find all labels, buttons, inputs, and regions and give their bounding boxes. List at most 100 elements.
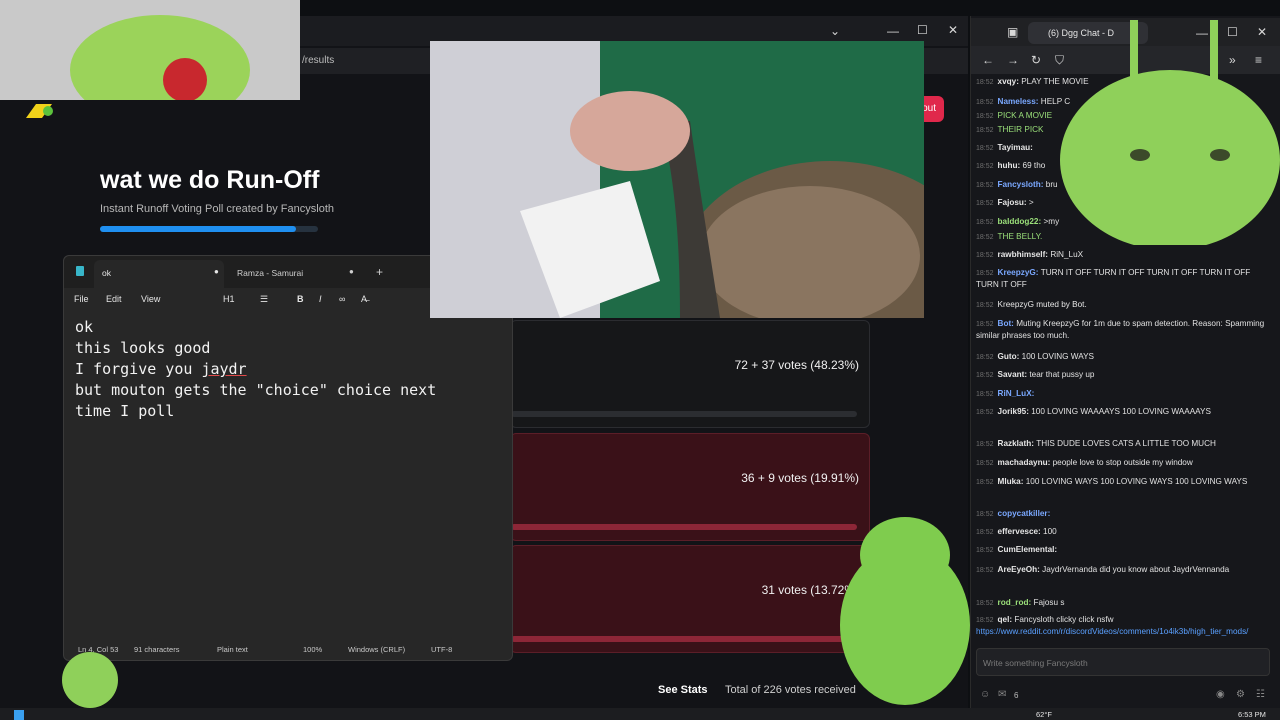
settings-gear-icon[interactable]: ⚙: [1236, 689, 1245, 700]
chat-message: 18:52 Razklath: THIS DUDE LOVES CATS A LI…: [976, 438, 1266, 450]
message-username[interactable]: CumElemental:: [998, 545, 1058, 554]
user-list-icon[interactable]: ☷: [1256, 689, 1265, 700]
message-username[interactable]: RiN_LuX:: [998, 389, 1035, 398]
close-icon[interactable]: ✕: [948, 23, 958, 37]
message-timestamp: 18:52: [976, 617, 994, 624]
video-player[interactable]: [430, 41, 924, 318]
message-username[interactable]: Fajosu:: [998, 198, 1029, 207]
url-text[interactable]: /results: [302, 55, 334, 66]
message-timestamp: 18:52: [976, 511, 994, 518]
notepad-tab-ok[interactable]: ok ●: [94, 260, 224, 288]
reload-icon[interactable]: ↻: [1031, 53, 1041, 67]
list-icon[interactable]: ☰: [260, 294, 268, 305]
message-link[interactable]: https://www.reddit.com/r/discordVideos/c…: [976, 627, 1248, 636]
result-bar: [511, 524, 857, 530]
encoding[interactable]: UTF-8: [431, 645, 452, 654]
heading-dropdown[interactable]: H1: [223, 294, 235, 304]
weather-widget[interactable]: 62°F: [1036, 710, 1052, 719]
taskbar-clock[interactable]: 6:53 PM: [1238, 710, 1266, 719]
message-text: THEIR PICK: [997, 125, 1044, 134]
back-icon[interactable]: ←: [982, 53, 994, 67]
emote-picker-icon[interactable]: ☺: [980, 689, 990, 700]
message-username[interactable]: AreEyeOh:: [998, 565, 1043, 574]
message-username[interactable]: qel:: [998, 615, 1015, 624]
maximize-icon[interactable]: ☐: [917, 23, 928, 37]
message-username[interactable]: Bot:: [998, 319, 1017, 328]
message-username[interactable]: Nameless:: [998, 97, 1041, 106]
whispers-icon[interactable]: ✉: [998, 689, 1006, 700]
message-username[interactable]: effervesce:: [998, 527, 1044, 536]
tab-label: Ramza - Samurai: [237, 268, 304, 278]
zoom-level[interactable]: 100%: [303, 645, 322, 654]
message-text: JaydrVernanda did you know about JaydrVe…: [1042, 565, 1230, 574]
chat-message: 18:52 KreepzyG: TURN IT OFF TURN IT OFF T…: [976, 267, 1266, 290]
unsaved-dot-icon[interactable]: ●: [214, 267, 219, 276]
chat-input[interactable]: Write something Fancysloth: [976, 648, 1270, 676]
message-text: 100: [1043, 527, 1057, 536]
tab-list-chevron-icon[interactable]: ⌄: [830, 24, 840, 38]
message-username[interactable]: Jorik95:: [998, 407, 1032, 416]
message-username[interactable]: huhu:: [998, 161, 1023, 170]
message-text: bru: [1045, 180, 1058, 189]
message-username[interactable]: balddog22:: [998, 217, 1044, 226]
message-timestamp: 18:52: [976, 234, 994, 241]
message-username[interactable]: rod_rod:: [998, 598, 1034, 607]
message-timestamp: 18:52: [976, 219, 994, 226]
menu-edit[interactable]: Edit: [106, 294, 122, 304]
italic-icon[interactable]: I: [319, 294, 322, 304]
message-timestamp: 18:52: [976, 182, 994, 189]
forward-icon[interactable]: →: [1007, 53, 1019, 67]
message-text: >: [1028, 198, 1034, 207]
message-username[interactable]: Mluka:: [998, 477, 1026, 486]
message-text: 100 LOVING WAYS 100 LOVING WAYS 100 LOVI…: [1025, 477, 1248, 486]
webcam-overlay: [0, 0, 300, 100]
message-text: people love to stop outside my window: [1052, 458, 1193, 467]
message-timestamp: 18:52: [976, 79, 994, 86]
message-timestamp: 18:52: [976, 113, 994, 120]
line-ending[interactable]: Windows (CRLF): [348, 645, 405, 654]
message-timestamp: 18:52: [976, 354, 994, 361]
message-timestamp: 18:52: [976, 145, 994, 152]
link-icon[interactable]: ∞: [339, 294, 345, 304]
tab-manager-icon[interactable]: ▣: [1007, 25, 1018, 39]
result-votes: 36 + 9 votes (19.91%): [741, 471, 859, 485]
message-timestamp: 18:52: [976, 270, 994, 277]
see-stats-link[interactable]: See Stats: [658, 684, 708, 696]
result-card-2[interactable]: 36 + 9 votes (19.91%): [510, 433, 870, 541]
chat-message: 18:52 Bot: Muting KreepzyG for 1m due to …: [976, 318, 1266, 341]
eye-icon[interactable]: ◉: [1216, 689, 1225, 700]
minimize-icon[interactable]: —: [887, 24, 899, 38]
message-username[interactable]: Fancysloth:: [998, 180, 1046, 189]
menu-view[interactable]: View: [141, 294, 160, 304]
message-username[interactable]: rawbhimself:: [998, 250, 1051, 259]
message-username[interactable]: xvqy:: [998, 77, 1022, 86]
start-icon[interactable]: [14, 710, 24, 720]
chat-message: 18:52 rawbhimself: RiN_LuX: [976, 249, 1266, 261]
site-logo[interactable]: [22, 100, 58, 120]
message-username[interactable]: Guto:: [998, 352, 1022, 361]
result-card-1[interactable]: 72 + 37 votes (48.23%): [510, 320, 870, 428]
result-card-3[interactable]: 31 votes (13.72%): [510, 545, 870, 653]
format-indicator[interactable]: Plain text: [217, 645, 248, 654]
message-timestamp: 18:52: [976, 127, 994, 134]
bold-icon[interactable]: B: [297, 294, 304, 304]
chat-message: 18:52 Jorik95: 100 LOVING WAAAAYS 100 LOV…: [976, 406, 1266, 418]
message-timestamp: 18:52: [976, 321, 994, 328]
message-username[interactable]: Savant:: [998, 370, 1030, 379]
message-username[interactable]: KreepzyG:: [998, 268, 1041, 277]
message-username[interactable]: Tayimau:: [998, 143, 1033, 152]
message-timestamp: 18:52: [976, 372, 994, 379]
message-username[interactable]: copycatkiller:: [998, 509, 1051, 518]
message-username[interactable]: machadaynu:: [998, 458, 1053, 467]
unsaved-dot-icon[interactable]: ●: [349, 267, 354, 276]
new-tab-icon[interactable]: +: [376, 265, 383, 279]
clear-format-icon[interactable]: A̶: [361, 294, 367, 304]
taskbar: [0, 708, 1280, 720]
message-timestamp: 18:52: [976, 99, 994, 106]
notepad-app-icon: [76, 266, 84, 276]
notepad-tab-ramza[interactable]: Ramza - Samurai ●: [229, 260, 359, 288]
message-username[interactable]: Razklath:: [998, 439, 1037, 448]
menu-file[interactable]: File: [74, 294, 89, 304]
chat-message: 18:52 RiN_LuX:: [976, 388, 1266, 400]
notepad-text-area[interactable]: ok this looks good I forgive you jaydr b…: [75, 317, 436, 422]
